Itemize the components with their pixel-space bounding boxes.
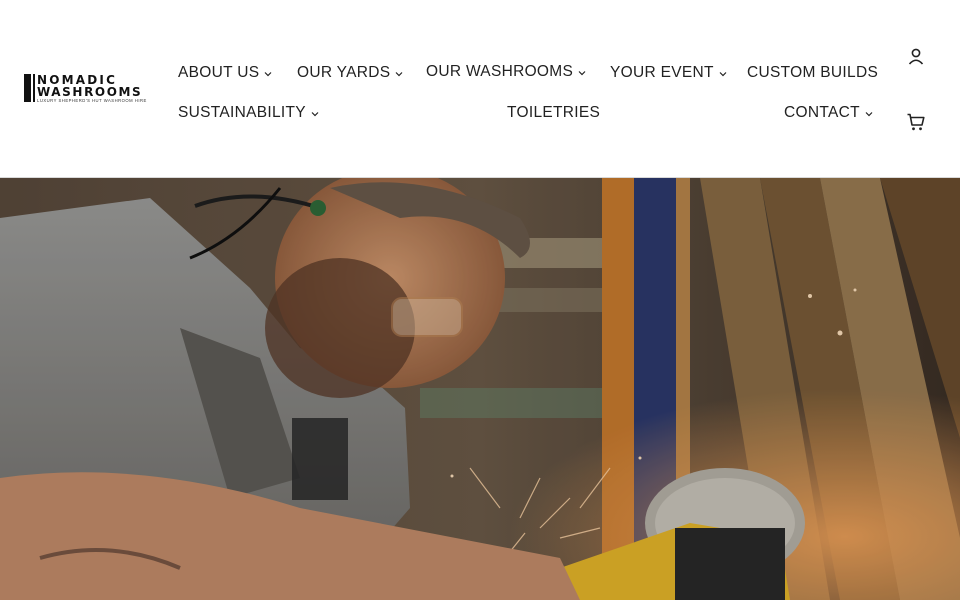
nav-custom-builds-label: CUSTOM BUILDS [747,64,879,81]
chevron-down-icon [865,112,873,117]
nav-custom-builds[interactable]: CUSTOM BUILDS [747,64,878,82]
chevron-down-icon [719,72,727,77]
nav-our-yards[interactable]: OUR YARDS [297,64,404,82]
nav-contact-label: CONTACT [784,104,860,121]
logo-tagline: Luxury Shepherd's Hut Washroom Hire [37,98,147,103]
nav-sustainability[interactable]: SUSTAINABILITY [178,104,320,122]
nav-contact[interactable]: CONTACT [784,104,874,122]
chevron-down-icon [264,72,272,77]
nav-our-yards-label: OUR YARDS [297,64,391,81]
nav-your-event-label: YOUR EVENT [610,64,714,81]
nav-toiletries[interactable]: TOILETRIES [507,104,600,122]
nav-our-washrooms-label: OUR WASHROOMS [426,63,574,80]
nav-sustainability-label: SUSTAINABILITY [178,104,306,121]
nav-our-washrooms[interactable]: OUR WASHROOMS [426,63,587,81]
chevron-down-icon [578,71,586,76]
hero-photo [0,178,960,600]
nav-about-us-label: ABOUT US [178,64,260,81]
hero-image-welder [0,178,960,600]
account-icon[interactable] [905,46,927,68]
brand-logo[interactable]: NOMADIC WASHROOMS Luxury Shepherd's Hut … [24,73,151,104]
logo-line-2: WASHROOMS [37,85,143,99]
nav-about-us[interactable]: ABOUT US [178,64,273,82]
cart-icon[interactable] [905,111,927,133]
site-header: NOMADIC WASHROOMS Luxury Shepherd's Hut … [0,0,960,178]
chevron-down-icon [395,72,403,77]
chevron-down-icon [311,112,319,117]
nav-toiletries-label: TOILETRIES [507,104,601,121]
nav-your-event[interactable]: YOUR EVENT [610,64,728,82]
logo-mark-line [33,74,35,102]
logo-mark [24,74,31,102]
